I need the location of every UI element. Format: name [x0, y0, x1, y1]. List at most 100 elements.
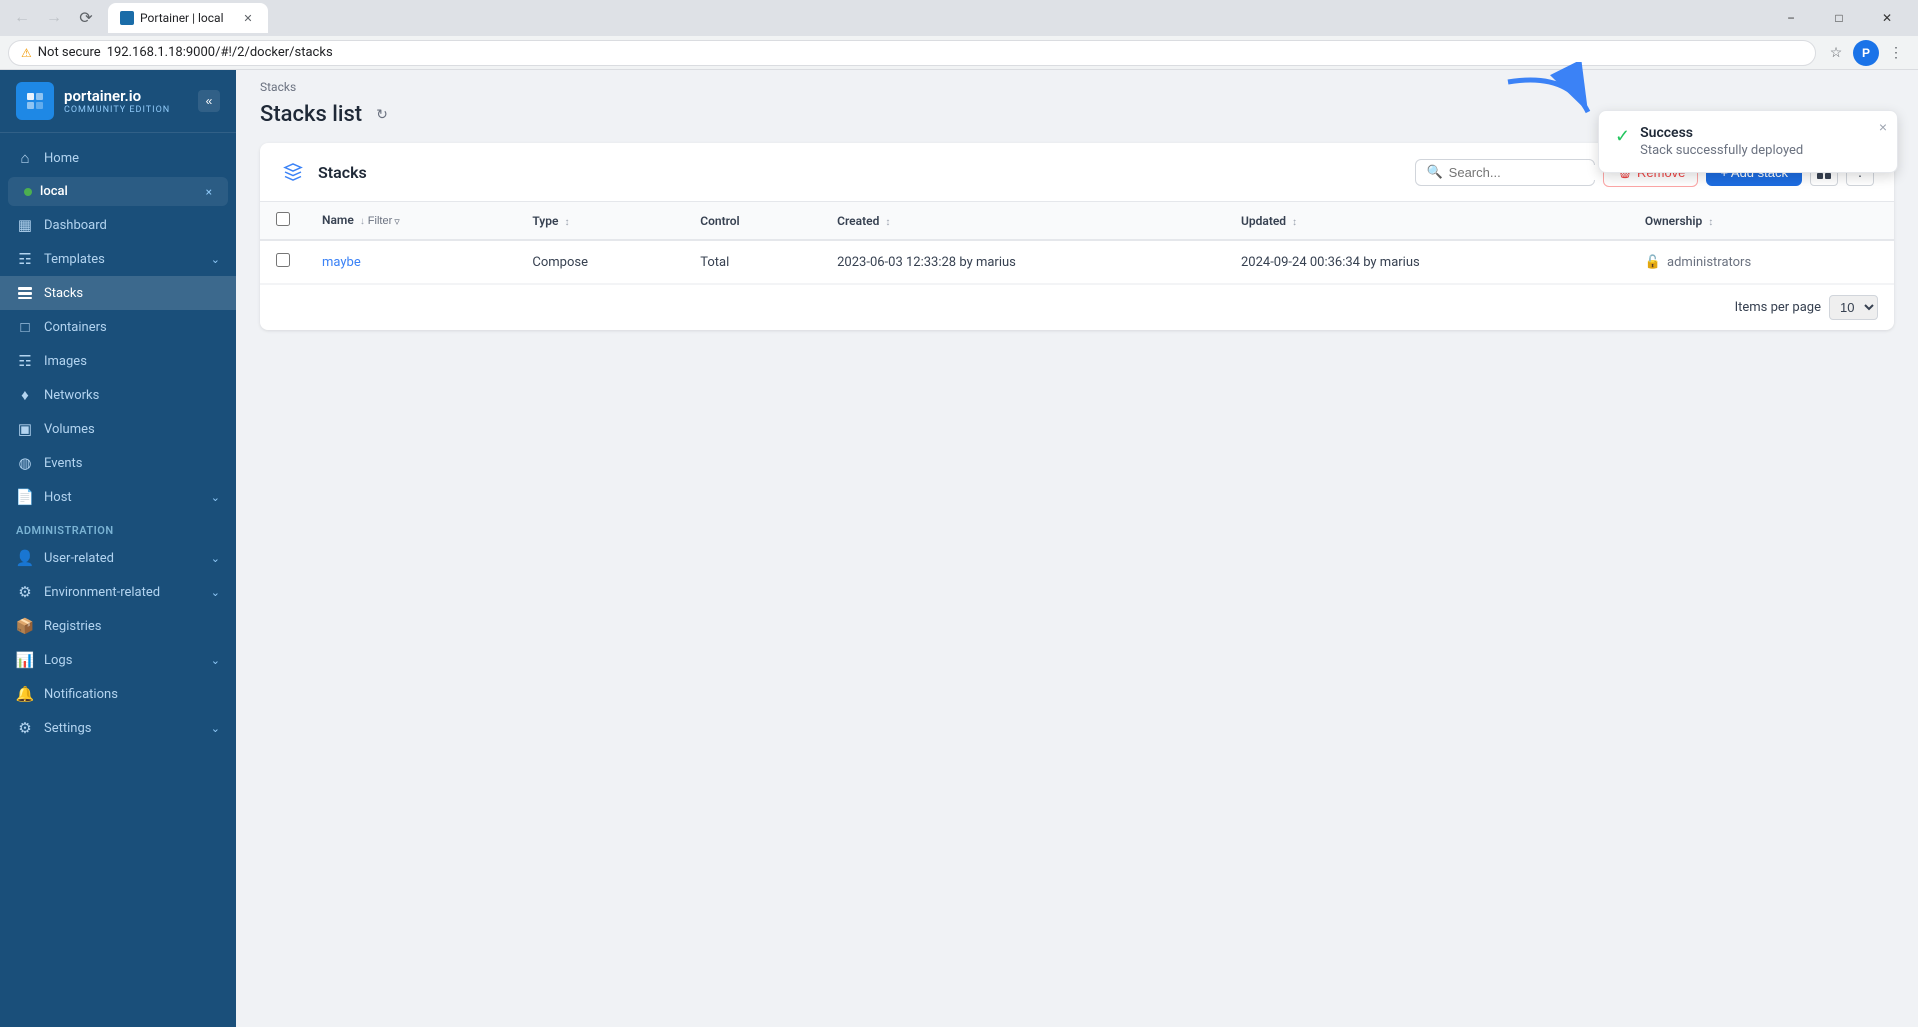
name-sort-icon: ↓: [360, 216, 365, 227]
sidebar-item-networks[interactable]: ♦ Networks: [0, 378, 236, 412]
sidebar-item-label-environment-related: Environment-related: [44, 585, 201, 600]
sidebar-item-templates[interactable]: ☶ Templates ⌄: [0, 242, 236, 276]
images-icon: ☶: [16, 352, 34, 370]
chevron-down-icon-user: ⌄: [211, 552, 220, 565]
chevron-down-icon-env: ⌄: [211, 586, 220, 599]
security-label: Not secure: [38, 45, 101, 60]
ownership-lock-icon: 🔓: [1645, 255, 1661, 270]
created-sort-icon: ↕: [885, 217, 890, 228]
name-label: Name: [322, 213, 354, 227]
sidebar-item-label-settings: Settings: [44, 721, 201, 736]
host-icon: 📄: [16, 488, 34, 506]
type-column-header[interactable]: Type ↕: [516, 202, 684, 240]
toast-message: Stack successfully deployed: [1640, 143, 1881, 158]
sidebar-item-images[interactable]: ☶ Images: [0, 344, 236, 378]
sidebar-item-label-host: Host: [44, 490, 201, 505]
window-controls[interactable]: ← → ⟳: [8, 4, 100, 32]
bookmark-button[interactable]: ☆: [1822, 39, 1850, 67]
sidebar-item-registries[interactable]: 📦 Registries: [0, 609, 236, 643]
logo-sub: COMMUNITY EDITION: [64, 105, 170, 115]
stacks-icon: [16, 284, 34, 302]
pagination-row: Items per page 10 25 50: [260, 284, 1894, 330]
forward-button[interactable]: →: [40, 4, 68, 32]
sidebar-item-containers[interactable]: □ Containers: [0, 310, 236, 344]
tab-favicon: [120, 11, 134, 25]
sidebar-item-environment-related[interactable]: ⚙ Environment-related ⌄: [0, 575, 236, 609]
sidebar-header: portainer.io COMMUNITY EDITION «: [0, 70, 236, 133]
browser-action-buttons: ☆ P ⋮: [1822, 39, 1910, 67]
menu-button[interactable]: ⋮: [1882, 39, 1910, 67]
sidebar-item-label-user-related: User-related: [44, 551, 201, 566]
created-column-header[interactable]: Created ↕: [821, 202, 1225, 240]
sidebar-item-volumes[interactable]: ▣ Volumes: [0, 412, 236, 446]
sidebar-item-label-home: Home: [44, 151, 220, 166]
updated-column-header[interactable]: Updated ↕: [1225, 202, 1629, 240]
row-checkbox-0[interactable]: [276, 253, 290, 267]
environment-icon: ⚙: [16, 583, 34, 601]
control-label: Control: [700, 214, 739, 228]
filter-icon: ▿: [394, 215, 400, 228]
env-status-dot: [24, 188, 32, 196]
sidebar-item-host[interactable]: 📄 Host ⌄: [0, 480, 236, 514]
type-label: Type: [532, 214, 558, 228]
chevron-down-icon-logs: ⌄: [211, 654, 220, 667]
sidebar-item-stacks[interactable]: Stacks: [0, 276, 236, 310]
created-label: Created: [837, 214, 879, 228]
sidebar-nav: ⌂ Home local × ▦ Dashboard ☶ Templates ⌄: [0, 133, 236, 1027]
profile-area[interactable]: P: [1852, 39, 1880, 67]
sidebar-item-label-networks: Networks: [44, 388, 220, 403]
row-control-cell: Total: [684, 240, 821, 284]
row-ownership-cell: 🔓 administrators: [1629, 240, 1894, 284]
minimize-button[interactable]: −: [1768, 1, 1814, 35]
search-box[interactable]: 🔍 ✕: [1415, 159, 1595, 186]
name-column-header[interactable]: Name ↓ Filter ▿: [306, 202, 516, 240]
items-per-page-select[interactable]: 10 25 50: [1829, 295, 1878, 320]
control-column-header: Control: [684, 202, 821, 240]
ownership-column-header[interactable]: Ownership ↕: [1629, 202, 1894, 240]
close-window-button[interactable]: ✕: [1864, 1, 1910, 35]
chevron-down-icon-settings: ⌄: [211, 722, 220, 735]
sidebar-item-dashboard[interactable]: ▦ Dashboard: [0, 208, 236, 242]
sidebar-item-settings[interactable]: ⚙ Settings ⌄: [0, 711, 236, 745]
logs-icon: 📊: [16, 651, 34, 669]
sidebar-item-events[interactable]: ◍ Events: [0, 446, 236, 480]
env-close-button[interactable]: ×: [206, 185, 212, 199]
toast-close-button[interactable]: ×: [1879, 119, 1887, 135]
home-icon: ⌂: [16, 149, 34, 167]
sidebar-item-user-related[interactable]: 👤 User-related ⌄: [0, 541, 236, 575]
stacks-table: Name ↓ Filter ▿ Type ↕ C: [260, 202, 1894, 284]
row-name-cell: maybe: [306, 240, 516, 284]
app-layout: portainer.io COMMUNITY EDITION « ⌂ Home …: [0, 70, 1918, 1027]
sidebar-env-item-local[interactable]: local ×: [8, 177, 228, 206]
sidebar-item-notifications[interactable]: 🔔 Notifications: [0, 677, 236, 711]
back-button[interactable]: ←: [8, 4, 36, 32]
filter-button[interactable]: Filter ▿: [368, 215, 400, 228]
sidebar-item-label-events: Events: [44, 456, 220, 471]
table-header-row: Name ↓ Filter ▿ Type ↕ C: [260, 202, 1894, 240]
sidebar-item-label-notifications: Notifications: [44, 687, 220, 702]
sidebar-logo: portainer.io COMMUNITY EDITION: [16, 82, 170, 120]
settings-icon: ⚙: [16, 719, 34, 737]
registries-icon: 📦: [16, 617, 34, 635]
maximize-button[interactable]: □: [1816, 1, 1862, 35]
url-text: 192.168.1.18:9000/#!/2/docker/stacks: [107, 45, 333, 60]
security-icon: ⚠: [21, 46, 32, 60]
select-all-checkbox[interactable]: [276, 212, 290, 226]
sidebar-item-label-dashboard: Dashboard: [44, 218, 220, 233]
stack-name-link[interactable]: maybe: [322, 255, 361, 270]
browser-chrome: ← → ⟳ Portainer | local ✕ − □ ✕: [0, 0, 1918, 36]
sidebar-item-label-stacks: Stacks: [44, 286, 220, 301]
chevron-down-icon-host: ⌄: [211, 491, 220, 504]
refresh-button[interactable]: ↻: [372, 102, 392, 127]
sidebar-item-logs[interactable]: 📊 Logs ⌄: [0, 643, 236, 677]
notifications-icon: 🔔: [16, 685, 34, 703]
tab-close-button[interactable]: ✕: [240, 10, 256, 26]
sidebar-item-label-logs: Logs: [44, 653, 201, 668]
stacks-table-container: Name ↓ Filter ▿ Type ↕ C: [260, 202, 1894, 284]
sidebar-collapse-button[interactable]: «: [198, 90, 220, 112]
active-tab[interactable]: Portainer | local ✕: [108, 3, 268, 33]
reload-button[interactable]: ⟳: [72, 4, 100, 32]
address-bar[interactable]: ⚠ Not secure 192.168.1.18:9000/#!/2/dock…: [8, 40, 1816, 66]
sidebar-item-home[interactable]: ⌂ Home: [0, 141, 236, 175]
window-controls-right[interactable]: − □ ✕: [1768, 1, 1910, 35]
